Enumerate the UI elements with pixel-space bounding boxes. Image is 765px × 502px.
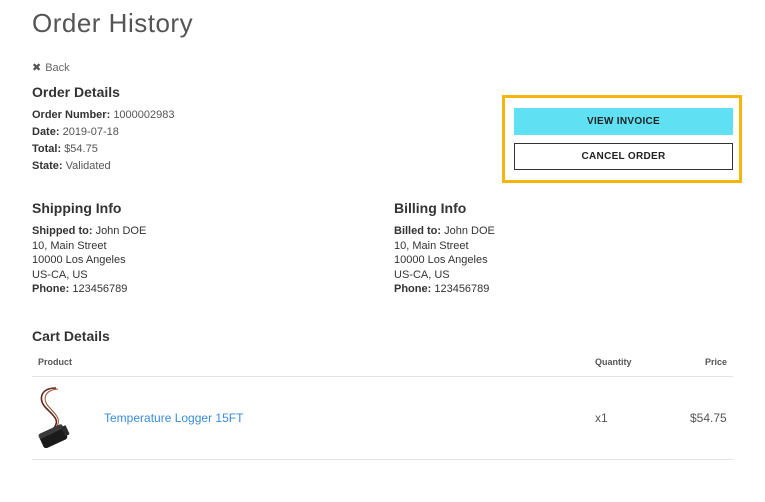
- product-price: $54.75: [690, 411, 727, 425]
- view-invoice-button[interactable]: VIEW INVOICE: [514, 108, 733, 135]
- back-link[interactable]: ✖ Back: [32, 61, 70, 75]
- table-header-divider: [32, 376, 733, 377]
- back-label: Back: [45, 61, 70, 74]
- order-details-title: Order Details: [32, 84, 120, 100]
- order-date-label: Date:: [32, 126, 60, 138]
- billing-region: US-CA, US: [394, 268, 450, 281]
- order-number: Order Number: 1000002983: [32, 109, 175, 121]
- billing-phone-label: Phone:: [394, 283, 432, 295]
- order-actions-highlight: VIEW INVOICE CANCEL ORDER: [502, 95, 742, 183]
- shipping-info-title: Shipping Info: [32, 200, 122, 216]
- order-total-value: $54.75: [64, 143, 98, 155]
- table-row-divider: [32, 459, 733, 460]
- billing-street: 10, Main Street: [394, 239, 469, 252]
- shipping-phone: 123456789: [72, 283, 128, 295]
- column-price: Price: [705, 357, 728, 367]
- page-title: Order History: [32, 8, 194, 38]
- close-icon: ✖: [32, 62, 42, 74]
- billed-to-label: Billed to:: [394, 225, 442, 237]
- shipping-name: John DOE: [95, 225, 147, 237]
- column-quantity: Quantity: [595, 357, 632, 367]
- order-total: Total: $54.75: [32, 143, 98, 155]
- billing-phone: 123456789: [434, 283, 490, 295]
- shipping-phone-label: Phone:: [32, 283, 70, 295]
- billing-address: Billed to: John DOE 10, Main Street 1000…: [394, 224, 495, 297]
- order-date-value: 2019-07-18: [62, 126, 119, 138]
- order-state-value: Validated: [65, 160, 111, 172]
- order-state-label: State:: [32, 160, 63, 172]
- shipping-street: 10, Main Street: [32, 239, 107, 252]
- product-link[interactable]: Temperature Logger 15FT: [104, 411, 243, 425]
- order-number-value: 1000002983: [113, 109, 175, 121]
- column-product: Product: [38, 357, 73, 367]
- order-total-label: Total:: [32, 143, 62, 155]
- product-quantity: x1: [595, 411, 608, 425]
- shipping-address: Shipped to: John DOE 10, Main Street 100…: [32, 224, 146, 297]
- cancel-order-button[interactable]: CANCEL ORDER: [514, 143, 733, 170]
- shipped-to-label: Shipped to:: [32, 225, 93, 237]
- order-state: State: Validated: [32, 160, 111, 172]
- billing-city: 10000 Los Angeles: [394, 254, 488, 266]
- cart-details-title: Cart Details: [32, 328, 110, 344]
- product-image: [38, 387, 70, 448]
- shipping-city: 10000 Los Angeles: [32, 254, 126, 266]
- order-date: Date: 2019-07-18: [32, 126, 119, 138]
- billing-info-title: Billing Info: [394, 200, 467, 216]
- shipping-region: US-CA, US: [32, 268, 88, 281]
- order-number-label: Order Number:: [32, 109, 111, 121]
- billing-name: John DOE: [444, 225, 495, 237]
